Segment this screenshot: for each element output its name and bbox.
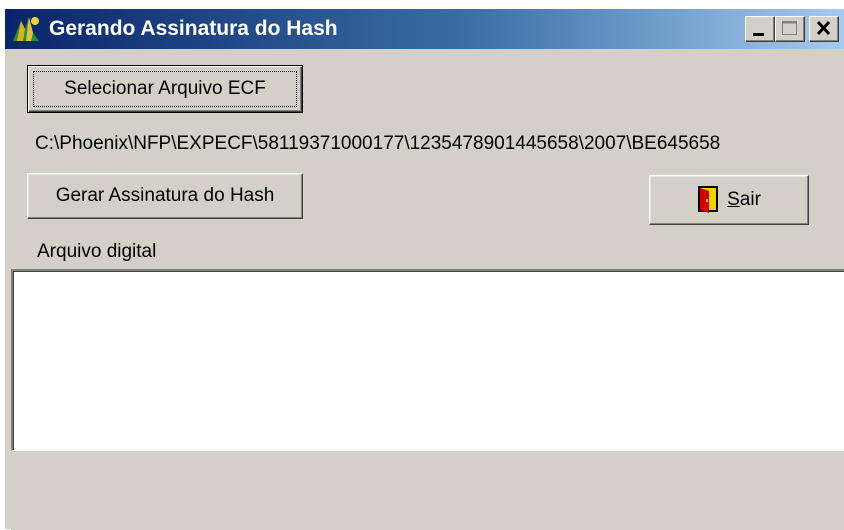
digital-file-textarea[interactable] (11, 269, 844, 451)
generate-hash-signature-label: Gerar Assinatura do Hash (55, 185, 275, 206)
exit-label: Sair (727, 189, 761, 210)
close-button[interactable] (809, 16, 839, 42)
bottom-panel (11, 453, 844, 530)
minimize-button[interactable] (745, 16, 775, 42)
file-path-text: C:\Phoenix\NFP\EXPECF\58119371000177\123… (35, 133, 721, 154)
digital-file-label: Arquivo digital (37, 241, 157, 262)
door-exit-icon (697, 184, 719, 213)
exit-button[interactable]: Sair (649, 175, 809, 225)
maximize-icon (782, 21, 797, 35)
close-icon (816, 20, 831, 36)
window-title: Gerando Assinatura do Hash (49, 17, 338, 40)
focus-rectangle (33, 71, 297, 107)
select-ecf-file-button[interactable]: Selecionar Arquivo ECF (27, 65, 303, 113)
app-window: Gerando Assinatura do Hash Selecionar Ar… (4, 8, 844, 530)
minimize-icon (753, 33, 764, 36)
maximize-button[interactable] (775, 16, 805, 42)
app-icon (11, 15, 41, 43)
title-bar[interactable]: Gerando Assinatura do Hash (5, 9, 844, 49)
generate-hash-signature-button[interactable]: Gerar Assinatura do Hash (27, 173, 303, 219)
